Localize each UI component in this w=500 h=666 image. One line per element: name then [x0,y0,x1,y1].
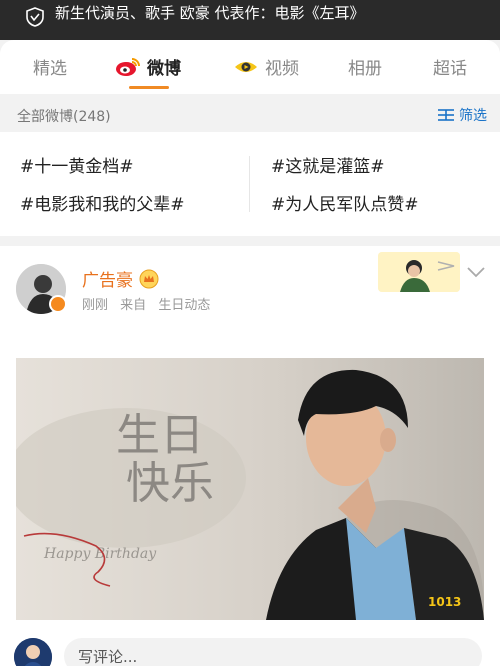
tab-video[interactable]: 视频 [233,54,299,79]
profile-tabs: 精选 微博 视频 相册 超话 [0,40,500,94]
avatar [14,638,52,666]
poster-script: Happy Birthday [43,546,157,562]
birthday-poster: 生日 快乐 Happy Birthday 1013 [16,358,484,620]
tab-featured[interactable]: 精选 [33,54,67,79]
weibo-icon [116,57,140,76]
topic-link[interactable]: #十一黄金档# [20,152,134,177]
topic-link[interactable]: #电影我和我的父辈# [20,190,185,215]
comment-row: 写评论... [0,630,500,666]
post-source-prefix: 来自 [120,298,147,313]
fan-card[interactable] [378,252,460,292]
tab-weibo[interactable]: 微博 [115,54,181,79]
profile-bio: 新生代演员、歌手 欧豪 代表作：电影《左耳》 [55,4,365,22]
poster-number: 1013 [428,595,461,609]
chevron-down-icon[interactable] [466,266,486,278]
comment-input[interactable]: 写评论... [64,638,482,666]
post-source[interactable]: 生日动态 [158,298,210,313]
poster-headline: 生日 [116,410,204,461]
post-time: 刚刚 [82,298,109,313]
tab-album[interactable]: 相册 [348,54,382,79]
filter-bar: 全部微博(248) 筛选 [0,100,500,132]
profile-bio-bar: 新生代演员、歌手 欧豪 代表作：电影《左耳》 [0,0,500,40]
post-author[interactable]: 广告豪 [82,266,159,291]
verified-badge-icon [49,295,67,313]
filter-button[interactable]: 筛选 [437,105,487,125]
video-icon [235,61,257,72]
crown-icon [139,269,159,288]
tab-super-topic[interactable]: 超话 [433,54,467,79]
post-count: 全部微博(248) [17,109,111,125]
topic-grid: #十一黄金档# #这就是灌篮# #电影我和我的父辈# #为人民军队点赞# [0,132,500,236]
post-image[interactable]: 生日 快乐 Happy Birthday 1013 [16,358,484,620]
filter-icon [438,109,454,121]
verified-shield-icon [26,7,44,27]
topic-divider [249,156,250,212]
weibo-post: 广告豪 刚刚 来自 生日动态 生日 快乐 Happy Birthday 1013… [0,246,500,666]
poster-headline-2: 快乐 [126,458,214,509]
topic-link[interactable]: #这就是灌篮# [271,152,385,177]
active-tab-indicator [129,86,169,89]
topic-link[interactable]: #为人民军队点赞# [271,190,419,215]
post-meta: 刚刚 来自 生日动态 [82,294,218,313]
fan-card-image [378,252,460,292]
